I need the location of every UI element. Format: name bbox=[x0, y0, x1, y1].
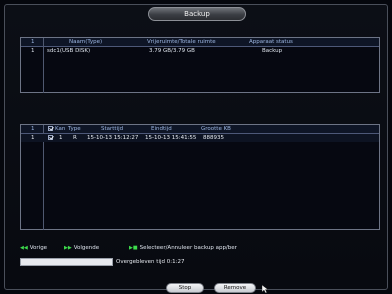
mouse-cursor-icon bbox=[262, 285, 269, 293]
file-list-panel: 1 Kan Type Starttijd Eindtijd Grootte KB… bbox=[20, 124, 380, 230]
device-list-header: 1 Naam(Type) Vrijeruimte/Totale ruimte A… bbox=[21, 38, 379, 47]
file-header-end[interactable]: Eindtijd bbox=[151, 125, 172, 133]
device-header-name-type[interactable]: Naam(Type) bbox=[69, 38, 102, 46]
file-header-start[interactable]: Starttijd bbox=[101, 125, 123, 133]
device-row[interactable]: 1 sdc1(USB DISK) 3.79 GB/3.79 GB Backup bbox=[21, 47, 379, 55]
file-row-start: 15-10-13 15:12:27 bbox=[87, 135, 139, 141]
select-toggle-label: Selecteer/Annuleer backup app/ber bbox=[139, 245, 237, 251]
device-header-status[interactable]: Apparaat status bbox=[249, 38, 293, 46]
file-header-channel[interactable]: Kan bbox=[55, 125, 65, 133]
device-row-index: 1 bbox=[31, 48, 35, 54]
select-toggle-hint: ▶■ Selecteer/Annuleer backup app/ber bbox=[129, 244, 237, 252]
next-label: Volgende bbox=[73, 245, 100, 251]
file-row[interactable]: 1 1 R 15-10-13 15:12:27 15-10-13 15:41:5… bbox=[21, 134, 379, 142]
next-page-button[interactable]: ▶▶ Volgende bbox=[64, 244, 99, 252]
device-header-index: 1 bbox=[31, 39, 35, 45]
file-header-index: 1 bbox=[31, 126, 35, 132]
remaining-time: Overgebleven tijd 0:1:27 bbox=[116, 259, 185, 265]
file-header-type[interactable]: Type bbox=[68, 125, 81, 133]
prev-page-button[interactable]: ◀◀ Vorige bbox=[20, 244, 47, 252]
skip-back-icon: ◀◀ bbox=[20, 245, 28, 251]
remove-button[interactable]: Remove bbox=[214, 283, 256, 293]
file-row-size: 888935 bbox=[203, 135, 224, 141]
skip-forward-icon: ▶▶ bbox=[64, 245, 72, 251]
device-row-status: Backup bbox=[262, 48, 283, 54]
device-header-space[interactable]: Vrijeruimte/Totale ruimte bbox=[147, 38, 216, 46]
file-list-header: 1 Kan Type Starttijd Eindtijd Grootte KB bbox=[21, 125, 379, 134]
dialog-title: Backup bbox=[148, 7, 246, 21]
prev-label: Vorige bbox=[29, 245, 48, 251]
select-toggle-icon: ▶■ bbox=[129, 245, 138, 251]
stop-button[interactable]: Stop bbox=[166, 283, 204, 293]
device-row-space: 3.79 GB/3.79 GB bbox=[149, 48, 195, 54]
file-header-size[interactable]: Grootte KB bbox=[201, 125, 231, 133]
file-row-channel: 1 bbox=[59, 135, 63, 141]
file-row-end: 15-10-13 15:41:55 bbox=[145, 135, 197, 141]
file-row-index: 1 bbox=[31, 135, 35, 141]
file-row-type: R bbox=[73, 135, 77, 141]
device-row-name-type: sdc1(USB DISK) bbox=[47, 48, 91, 54]
backup-progress-bar bbox=[20, 258, 113, 266]
device-list-panel: 1 Naam(Type) Vrijeruimte/Totale ruimte A… bbox=[20, 37, 380, 93]
